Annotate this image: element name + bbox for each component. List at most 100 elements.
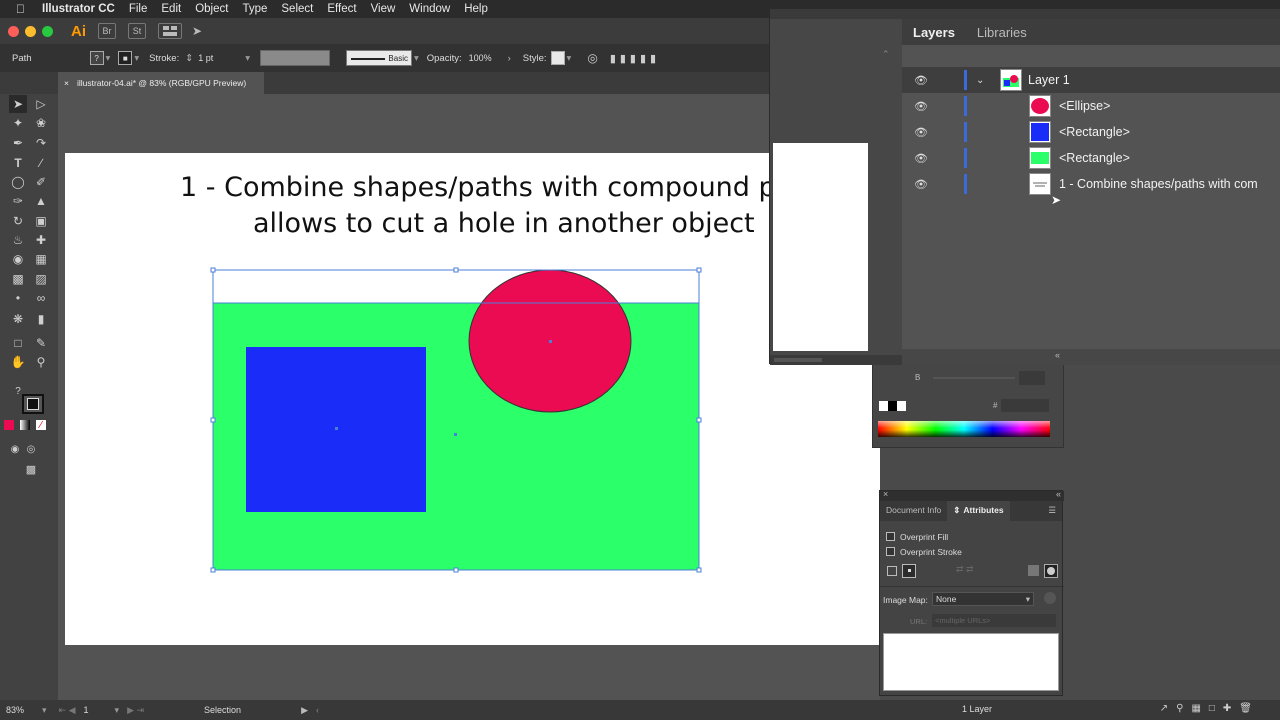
collapse-up-icon[interactable]: ⌃	[882, 49, 890, 60]
tab-document-info[interactable]: Document Info	[880, 499, 947, 521]
none-mode-icon[interactable]: ⁄	[36, 420, 46, 431]
stroke-label[interactable]: Stroke:	[149, 53, 179, 64]
expand-chevron-down-icon[interactable]: ⌄	[976, 75, 984, 86]
zoom-window-icon[interactable]	[42, 25, 53, 37]
layer-row-layer-1[interactable]: 👁 ⌄ Layer 1	[902, 67, 1280, 93]
object-name[interactable]: 1 - Combine shapes/paths with com	[1059, 177, 1258, 191]
non-zero-winding-icon[interactable]	[1028, 565, 1039, 576]
minimize-window-icon[interactable]	[25, 25, 36, 37]
direct-selection-tool-icon[interactable]: ▷	[32, 95, 50, 113]
status-menu-icon[interactable]: ▶	[301, 705, 308, 716]
align-icons[interactable]: ▮▮▮▮▮	[610, 52, 660, 65]
panel-menu-icon[interactable]: ☰	[1048, 505, 1056, 516]
eyedropper-tool-icon[interactable]: •	[9, 289, 27, 307]
layer-row-rectangle-blue[interactable]: 👁 <Rectangle>	[902, 119, 1280, 145]
dont-show-center-icon[interactable]	[887, 566, 897, 576]
tab-layers[interactable]: Layers	[902, 25, 966, 40]
document-canvas[interactable]: 1 - Combine shapes/paths with compound p…	[58, 94, 880, 700]
opacity-arrow-icon[interactable]: ›	[508, 53, 511, 64]
scale-tool-icon[interactable]: ▣	[32, 212, 50, 230]
object-name[interactable]: <Ellipse>	[1059, 99, 1110, 113]
type-tool-icon[interactable]: T	[9, 154, 27, 172]
document-tab[interactable]: × illustrator-04.ai* @ 83% (RGB/GPU Prev…	[58, 72, 264, 94]
brush-definition[interactable]: Basic	[345, 50, 412, 66]
draw-behind-icon[interactable]: ◎	[22, 440, 40, 458]
arrange-documents-button[interactable]	[158, 23, 182, 39]
menu-file[interactable]: File	[129, 3, 148, 15]
lasso-tool-icon[interactable]: ❀	[32, 114, 50, 132]
menu-window[interactable]: Window	[409, 3, 450, 15]
fill-swatch[interactable]: ?	[89, 51, 104, 65]
overprint-fill-checkbox[interactable]	[886, 532, 895, 541]
browser-icon[interactable]	[1044, 592, 1056, 604]
recolor-artwork-icon[interactable]: ◎	[587, 51, 597, 65]
menu-app-name[interactable]: Illustrator CC	[42, 3, 115, 15]
stroke-weight-dropdown-icon[interactable]: ▾	[245, 53, 250, 64]
layer-row-ellipse[interactable]: 👁 <Ellipse>	[902, 93, 1280, 119]
layers-footer-icons[interactable]: ↗⚲▦□✚🗑	[1160, 703, 1260, 714]
visibility-eye-icon[interactable]: 👁	[914, 178, 928, 191]
stroke-swatch[interactable]: ■	[118, 51, 133, 65]
visibility-eye-icon[interactable]: 👁	[914, 152, 928, 165]
variable-width-profile[interactable]	[259, 50, 330, 66]
opacity-label[interactable]: Opacity:	[427, 53, 462, 64]
artboard[interactable]: 1 - Combine shapes/paths with compound p…	[65, 153, 880, 645]
next-artboard-icon[interactable]: ▶ ⇥	[127, 705, 144, 716]
perspective-grid-tool-icon[interactable]: ▦	[32, 250, 50, 268]
zoom-dropdown-icon[interactable]: ▾	[42, 705, 47, 716]
eraser-tool-icon[interactable]: ▲	[32, 192, 50, 210]
stock-button[interactable]: St	[128, 23, 146, 39]
stroke-dropdown-icon[interactable]: ▾	[134, 53, 139, 64]
tab-libraries[interactable]: Libraries	[966, 25, 1038, 40]
layer-row-rectangle-green[interactable]: 👁 <Rectangle>	[902, 145, 1280, 171]
zoom-level-field[interactable]: 83%	[6, 705, 24, 715]
layer-row-text[interactable]: 👁 1 - Combine shapes/paths with com	[902, 171, 1280, 197]
collapse-panels-icon[interactable]: «	[1055, 350, 1060, 360]
none-swatch-icon[interactable]	[879, 401, 888, 411]
fill-color-icon[interactable]	[27, 398, 39, 410]
menu-type[interactable]: Type	[242, 3, 267, 15]
color-b-slider[interactable]	[933, 377, 1015, 379]
zoom-tool-icon[interactable]: ⚲	[32, 353, 50, 371]
pen-tool-icon[interactable]: ✒	[9, 134, 27, 152]
white-swatch[interactable]	[897, 401, 906, 411]
tab-attributes[interactable]: ⇕ Attributes	[947, 499, 1010, 521]
visibility-eye-icon[interactable]: 👁	[914, 100, 928, 113]
image-map-select[interactable]: None ▾	[932, 592, 1034, 606]
graph-tool-icon[interactable]: ▮	[32, 310, 50, 328]
close-panel-icon[interactable]: ×	[883, 489, 888, 499]
gradient-mode-icon[interactable]	[20, 420, 30, 430]
black-swatch[interactable]	[888, 401, 897, 411]
menu-view[interactable]: View	[371, 3, 396, 15]
visibility-eye-icon[interactable]: 👁	[914, 74, 928, 87]
warp-tool-icon[interactable]: ♨	[9, 231, 27, 249]
menu-edit[interactable]: Edit	[161, 3, 181, 15]
paintbrush-tool-icon[interactable]: ✐	[32, 173, 50, 191]
selection-tool-icon[interactable]: ➤	[9, 95, 27, 113]
even-odd-fill-icon[interactable]	[1044, 564, 1058, 578]
hand-tool-icon[interactable]: ✋	[9, 353, 27, 371]
object-name[interactable]: <Rectangle>	[1059, 151, 1130, 165]
style-dropdown-icon[interactable]: ▾	[567, 53, 572, 64]
menu-help[interactable]: Help	[464, 3, 488, 15]
show-center-icon[interactable]	[902, 564, 916, 578]
opacity-field[interactable]: 100%	[465, 50, 506, 66]
left-pane-scrollbar[interactable]	[770, 355, 902, 365]
overprint-fill-row[interactable]: Overprint Fill	[886, 529, 1062, 544]
symbol-sprayer-tool-icon[interactable]: ❋	[9, 310, 27, 328]
overprint-stroke-checkbox[interactable]	[886, 547, 895, 556]
artboard-dropdown-icon[interactable]: ▾	[115, 705, 120, 716]
scroll-thumb[interactable]	[774, 358, 822, 362]
shaper-tool-icon[interactable]: ✑	[9, 192, 27, 210]
visibility-eye-icon[interactable]: 👁	[914, 126, 928, 139]
url-field[interactable]: <multiple URLs>	[932, 614, 1056, 627]
line-tool-icon[interactable]: ∕	[32, 154, 50, 172]
shape-builder-tool-icon[interactable]: ◉	[9, 250, 27, 268]
close-window-icon[interactable]	[8, 25, 19, 37]
blend-tool-icon[interactable]: ∞	[32, 289, 50, 307]
layers-window-titlebar[interactable]	[770, 9, 1280, 19]
gradient-tool-icon[interactable]: ▨	[32, 270, 50, 288]
apple-icon[interactable]: 	[16, 2, 30, 16]
attributes-panel-header[interactable]: × «	[880, 489, 1064, 501]
stroke-weight-field[interactable]: 1 pt	[195, 50, 246, 66]
